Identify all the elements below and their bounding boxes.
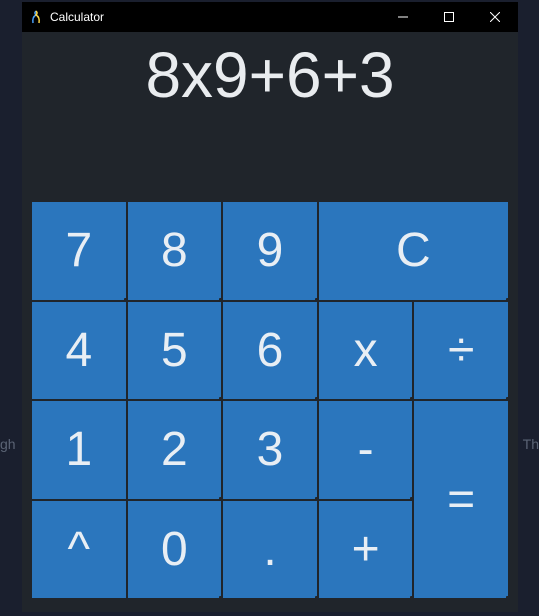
key-1[interactable]: 1	[32, 401, 126, 499]
key-divide[interactable]: ÷	[414, 302, 508, 400]
key-0[interactable]: 0	[128, 501, 222, 599]
key-plus[interactable]: +	[319, 501, 413, 599]
key-8[interactable]: 8	[128, 202, 222, 300]
key-4[interactable]: 4	[32, 302, 126, 400]
key-power[interactable]: ^	[32, 501, 126, 599]
maximize-button[interactable]	[426, 2, 472, 32]
close-button[interactable]	[472, 2, 518, 32]
window-controls	[380, 2, 518, 32]
key-2[interactable]: 2	[128, 401, 222, 499]
key-equals[interactable]: =	[414, 401, 508, 598]
key-multiply[interactable]: x	[319, 302, 413, 400]
keypad: 7 8 9 C 4 5 6 x ÷ 1 2 3 - = ^ 0 . +	[22, 192, 518, 612]
key-3[interactable]: 3	[223, 401, 317, 499]
key-5[interactable]: 5	[128, 302, 222, 400]
window-title: Calculator	[50, 10, 380, 24]
key-minus[interactable]: -	[319, 401, 413, 499]
key-clear[interactable]: C	[319, 202, 508, 300]
expression-display: 8x9+6+3	[145, 38, 394, 112]
key-6[interactable]: 6	[223, 302, 317, 400]
key-decimal[interactable]: .	[223, 501, 317, 599]
background-text-right: Th	[523, 436, 539, 452]
display-area: 8x9+6+3	[22, 32, 518, 192]
app-icon	[30, 10, 44, 24]
titlebar: Calculator	[22, 2, 518, 32]
key-7[interactable]: 7	[32, 202, 126, 300]
background-text-left: gh	[0, 436, 16, 452]
calculator-window: Calculator 8x9+6+3 7 8 9 C 4 5 6 x ÷ 1 2…	[22, 2, 518, 612]
minimize-button[interactable]	[380, 2, 426, 32]
key-9[interactable]: 9	[223, 202, 317, 300]
